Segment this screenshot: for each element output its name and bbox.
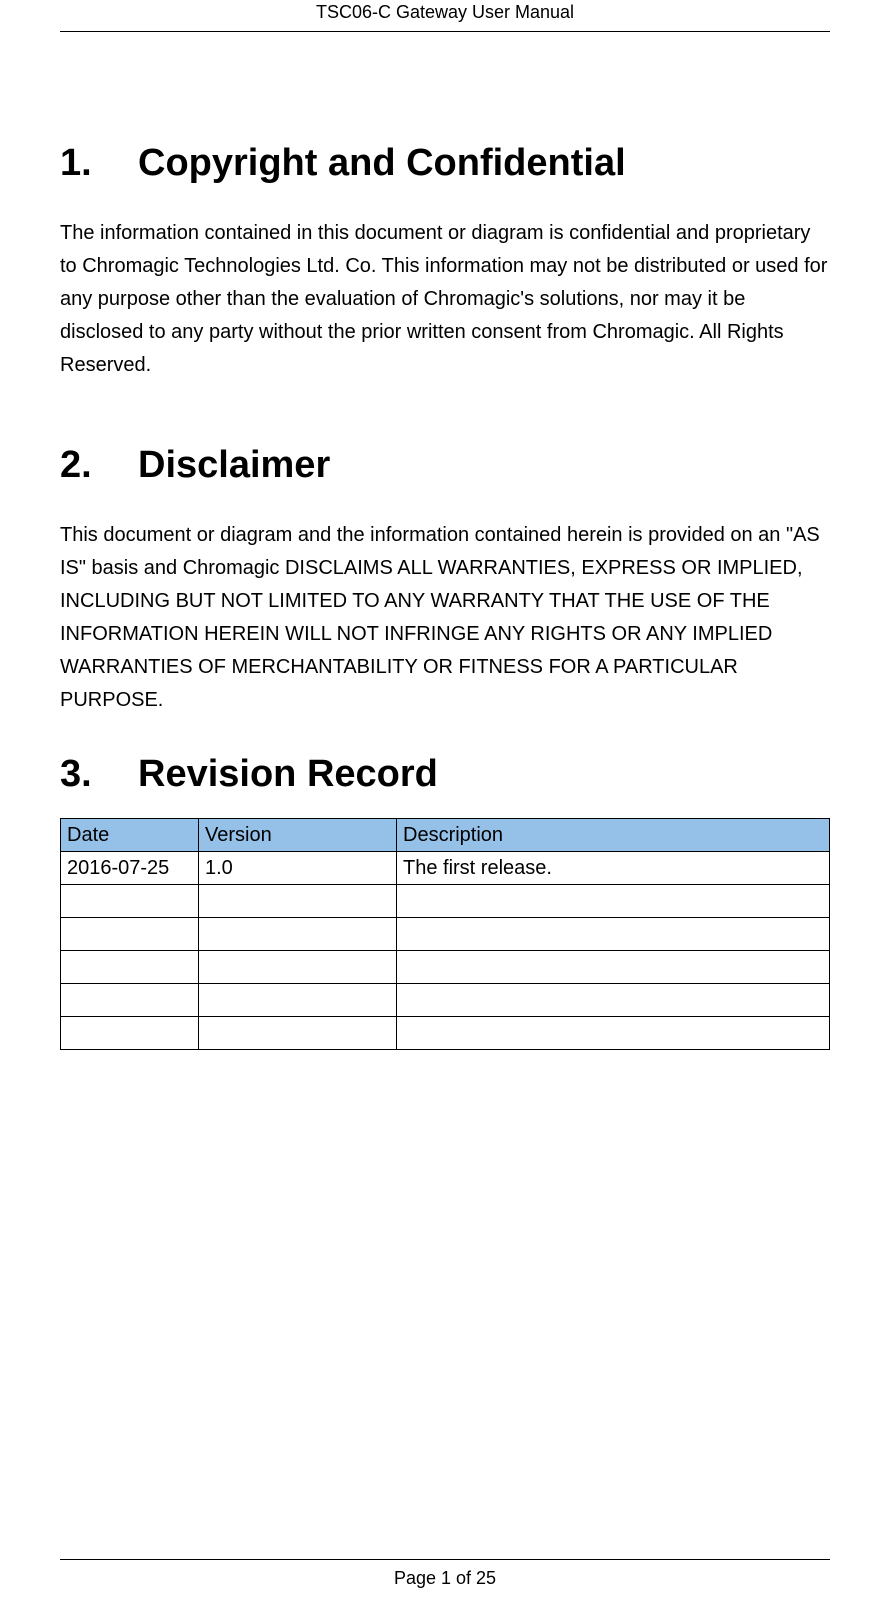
cell-date [61, 1017, 199, 1050]
cell-version [199, 885, 397, 918]
cell-version [199, 951, 397, 984]
section-1-heading: 1.Copyright and Confidential [60, 142, 830, 185]
cell-description: The first release. [397, 852, 830, 885]
page-number: Page 1 of 25 [394, 1568, 496, 1588]
table-row [61, 1017, 830, 1050]
section-3-title: Revision Record [138, 753, 438, 795]
cell-version [199, 918, 397, 951]
section-2-number: 2. [60, 444, 138, 487]
table-header-description: Description [397, 819, 830, 852]
section-1-body: The information contained in this docume… [60, 217, 830, 382]
cell-description [397, 885, 830, 918]
cell-version [199, 984, 397, 1017]
section-3-heading: 3.Revision Record [60, 753, 830, 796]
cell-date [61, 918, 199, 951]
cell-date [61, 951, 199, 984]
cell-description [397, 918, 830, 951]
cell-date: 2016-07-25 [61, 852, 199, 885]
page-footer: Page 1 of 25 [60, 1559, 830, 1589]
section-3-number: 3. [60, 753, 138, 796]
cell-version: 1.0 [199, 852, 397, 885]
cell-date [61, 885, 199, 918]
document-title: TSC06-C Gateway User Manual [316, 2, 574, 22]
section-1-number: 1. [60, 142, 138, 185]
table-header-date: Date [61, 819, 199, 852]
section-2-title: Disclaimer [138, 444, 330, 486]
table-row [61, 885, 830, 918]
section-2-heading: 2.Disclaimer [60, 444, 830, 487]
cell-version [199, 1017, 397, 1050]
table-header-version: Version [199, 819, 397, 852]
table-row [61, 918, 830, 951]
cell-description [397, 984, 830, 1017]
table-row: 2016-07-25 1.0 The first release. [61, 852, 830, 885]
cell-date [61, 984, 199, 1017]
cell-description [397, 1017, 830, 1050]
table-header-row: Date Version Description [61, 819, 830, 852]
cell-description [397, 951, 830, 984]
table-row [61, 984, 830, 1017]
table-row [61, 951, 830, 984]
section-2-body: This document or diagram and the informa… [60, 519, 830, 717]
section-1-title: Copyright and Confidential [138, 142, 626, 184]
page-header: TSC06-C Gateway User Manual [60, 0, 830, 32]
revision-table: Date Version Description 2016-07-25 1.0 … [60, 818, 830, 1050]
